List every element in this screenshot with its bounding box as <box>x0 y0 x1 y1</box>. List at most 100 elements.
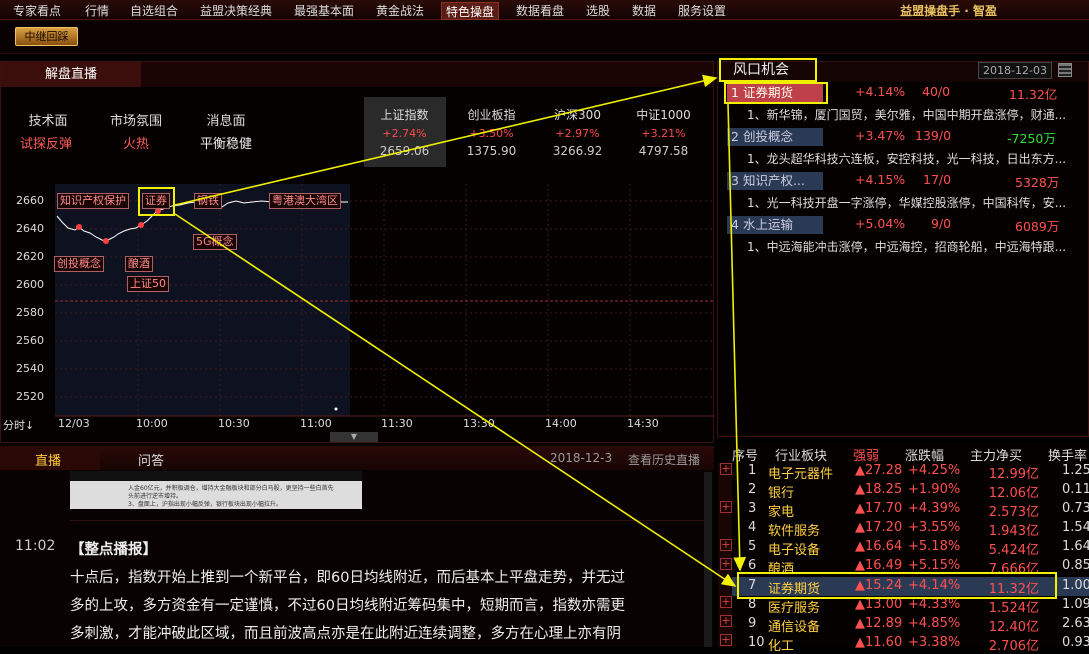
highlight-box-theme <box>724 82 828 104</box>
annotation-venture[interactable]: 创投概念 <box>54 256 104 272</box>
sector-change: +4.39% <box>908 501 961 516</box>
index-csi1000[interactable]: 中证1000 +3.21% 4797.58 <box>621 106 706 158</box>
index-name: 上证指数 <box>380 108 429 122</box>
sector-no: 8 <box>748 597 757 612</box>
sector-strength: ▲11.60 <box>855 635 903 650</box>
news-headline: 【整点播报】 <box>70 542 157 558</box>
annotation-liquor[interactable]: 酿酒 <box>125 256 153 272</box>
plus-icon[interactable]: + <box>720 634 732 646</box>
index-value: 3266.92 <box>552 144 603 158</box>
sector-row[interactable]: 2 银行 ▲18.25 +1.90% 12.06亿 0.11 <box>718 481 1089 501</box>
annotation-ip-protection[interactable]: 知识产权保护 <box>57 193 129 209</box>
theme-count: 17/0 <box>923 172 952 187</box>
index-change: +2.97% <box>555 127 600 140</box>
index-chinext[interactable]: 创业板指 +3.50% 1375.90 <box>449 106 534 158</box>
y-tick: 2580 <box>16 306 44 319</box>
menu-item-quotes[interactable]: 行情 <box>85 2 109 19</box>
sector-change: +4.25% <box>908 463 961 478</box>
news-body-line: 十点后，指数开始上推到一个新平台，即60日均线附近，而后基本上平盘走势，并无过 <box>70 570 625 586</box>
intraday-chart[interactable] <box>0 184 714 434</box>
theme-label: 创投概念 <box>742 129 793 144</box>
highlight-box-sector <box>737 572 1057 599</box>
sector-strength: ▲18.25 <box>855 482 903 497</box>
x-tick: 11:30 <box>381 417 413 430</box>
y-tick: 2560 <box>16 334 44 347</box>
menu-item-decision[interactable]: 益盟决策经典 <box>200 2 272 19</box>
brand-title: 益盟操盘手 · 智盈 <box>900 4 997 18</box>
plus-icon[interactable]: + <box>720 558 732 570</box>
index-name: 中证1000 <box>636 108 691 122</box>
y-tick: 2660 <box>16 194 44 207</box>
menu-item-watchlist[interactable]: 自选组合 <box>130 2 178 19</box>
history-link[interactable]: 查看历史直播 <box>628 451 700 468</box>
plus-icon[interactable]: + <box>720 463 732 475</box>
annotation-gba[interactable]: 粤港澳大湾区 <box>269 193 341 209</box>
index-shanghai[interactable]: 上证指数 +2.74% 2659.06 <box>362 106 447 158</box>
sector-turnover: 0.93 <box>1062 635 1089 650</box>
sector-no: 6 <box>748 558 757 573</box>
opportunity-title[interactable]: 风口机会 <box>719 58 817 82</box>
sector-strength: ▲16.64 <box>855 539 903 554</box>
stat-value-news: 平衡稳健 <box>199 137 252 152</box>
plus-icon[interactable]: + <box>720 539 732 551</box>
calendar-icon[interactable] <box>1058 63 1072 77</box>
sector-row[interactable]: 10 化工 ▲11.60 +3.38% 2.706亿 0.93 <box>718 634 1089 654</box>
sector-name: 医疗服务 <box>768 601 821 616</box>
plus-icon[interactable]: + <box>720 596 732 608</box>
menu-item-stock-pick[interactable]: 选股 <box>586 2 610 19</box>
sector-name: 软件服务 <box>768 524 821 539</box>
sector-row[interactable]: 9 通信设备 ▲12.89 +4.85% 12.40亿 2.63 <box>718 615 1089 635</box>
sector-row[interactable]: 4 软件服务 ▲17.20 +3.55% 1.943亿 1.54 <box>718 519 1089 539</box>
plus-icon[interactable]: + <box>720 501 732 513</box>
sector-row[interactable]: 1 电子元器件 ▲27.28 +4.25% 12.99亿 1.25 <box>718 462 1089 482</box>
sector-strength: ▲16.49 <box>855 558 903 573</box>
feed-scrollbar[interactable] <box>704 472 712 647</box>
sector-name: 银行 <box>768 486 795 501</box>
annotation-steel[interactable]: 钢铁 <box>194 193 222 209</box>
news-time: 11:02 <box>15 538 56 554</box>
x-tick: 14:30 <box>627 417 659 430</box>
sector-turnover: 1.25 <box>1062 463 1089 478</box>
sector-change: +3.55% <box>908 520 961 535</box>
sector-turnover: 0.73 <box>1062 501 1089 516</box>
menu-item-gold[interactable]: 黄金战法 <box>376 2 424 19</box>
tab-live-commentary[interactable]: 解盘直播 <box>1 62 141 87</box>
theme-rank: 4 <box>731 217 739 232</box>
theme-flow: 5328万 <box>1015 175 1060 190</box>
annotation-5g[interactable]: 5G概念 <box>193 234 237 250</box>
theme-label: 知识产权... <box>742 173 805 188</box>
menu-item-settings[interactable]: 服务设置 <box>678 2 726 19</box>
theme-count: 9/0 <box>931 216 952 231</box>
sector-row[interactable]: 3 家电 ▲17.70 +4.39% 2.573亿 0.73 <box>718 500 1089 520</box>
sector-flow: 2.706亿 <box>988 639 1039 654</box>
sector-turnover: 0.85 <box>1062 558 1089 573</box>
relay-button[interactable]: 中继回踩 <box>15 27 78 46</box>
thumb-header-bar <box>70 471 362 481</box>
menu-item-expert[interactable]: 专家看点 <box>13 2 61 19</box>
collapse-handle[interactable]: ▼ <box>330 432 378 442</box>
index-csi300[interactable]: 沪深300 +2.97% 3266.92 <box>535 106 620 158</box>
period-toggle[interactable]: 分时↓ <box>3 417 34 433</box>
y-tick: 2520 <box>16 390 44 403</box>
tab-qa[interactable]: 问答 <box>138 450 164 469</box>
x-tick: 13:30 <box>463 417 495 430</box>
menu-item-data-view[interactable]: 数据看盘 <box>516 2 564 19</box>
menu-item-data[interactable]: 数据 <box>632 2 656 19</box>
stat-label-sentiment: 市场氛围 <box>109 114 162 129</box>
feed-date: 2018-12-3 <box>550 451 613 465</box>
sector-flow: 2.573亿 <box>988 505 1039 520</box>
menu-item-fundamentals[interactable]: 最强基本面 <box>294 2 354 19</box>
x-tick: 11:00 <box>300 417 332 430</box>
menu-item-special[interactable]: 特色操盘 <box>441 2 500 20</box>
news-image: 入金60亿元，并积极调仓，增持大金融板块和部分白马股，更坚持一些白首先 头前进行… <box>70 471 362 509</box>
annotation-sse50[interactable]: 上证50 <box>127 276 169 292</box>
opportunity-date[interactable]: 2018-12-03 <box>978 62 1052 79</box>
plus-icon[interactable]: + <box>720 615 732 627</box>
event-marker <box>76 224 82 230</box>
toolbar <box>0 20 1089 54</box>
stat-label-technical: 技术面 <box>28 114 68 129</box>
sector-row[interactable]: 5 电子设备 ▲16.64 +5.18% 5.424亿 1.64 <box>718 538 1089 558</box>
thumb-line: 3、盘面上，沪指出现小幅反弹，银行板块出现小幅拉升。 <box>128 501 282 508</box>
tab-live[interactable]: 直播 <box>35 450 61 469</box>
theme-rank: 3 <box>731 173 739 188</box>
